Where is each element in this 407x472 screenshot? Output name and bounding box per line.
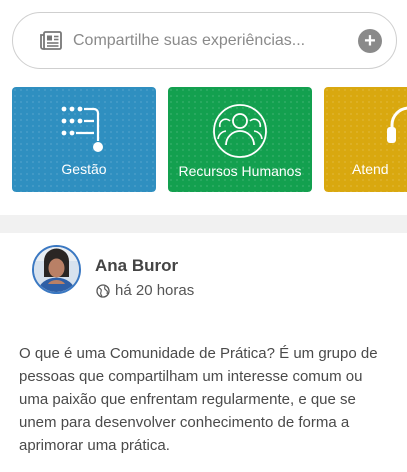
category-card-gestao[interactable]: Gestão <box>12 87 156 192</box>
category-card-recursos-humanos[interactable]: Recursos Humanos <box>168 87 312 192</box>
top-area: Compartilhe suas experiências... + Gestã… <box>0 0 407 215</box>
headset-icon <box>387 106 407 143</box>
category-label: Atend <box>352 161 389 177</box>
share-experience-input[interactable]: Compartilhe suas experiências... + <box>12 12 397 69</box>
globe-icon <box>96 283 110 298</box>
newspaper-icon <box>40 30 62 50</box>
avatar[interactable] <box>32 245 81 294</box>
plus-icon: + <box>364 29 376 52</box>
category-card-atendimento[interactable]: Atend <box>324 87 407 192</box>
person-group-icon <box>213 104 267 158</box>
post-time: há 20 horas <box>115 282 195 299</box>
post-author[interactable]: Ana Buror <box>95 256 178 276</box>
composer-placeholder: Compartilhe suas experiências... <box>73 31 306 49</box>
add-post-button[interactable]: + <box>358 28 382 53</box>
post-meta: há 20 horas <box>96 282 194 299</box>
category-label: Gestão <box>61 161 107 177</box>
post-body: O que é uma Comunidade de Prática? É um … <box>19 345 378 454</box>
category-carousel: Gestão Recursos Humanos Atend <box>12 87 407 192</box>
flow-diagram-icon <box>61 106 103 152</box>
post-card: Ana Buror há 20 horas O que é uma Comuni… <box>0 233 407 472</box>
user-photo-icon <box>34 247 79 292</box>
category-label: Recursos Humanos <box>178 163 302 179</box>
section-divider <box>0 215 407 233</box>
